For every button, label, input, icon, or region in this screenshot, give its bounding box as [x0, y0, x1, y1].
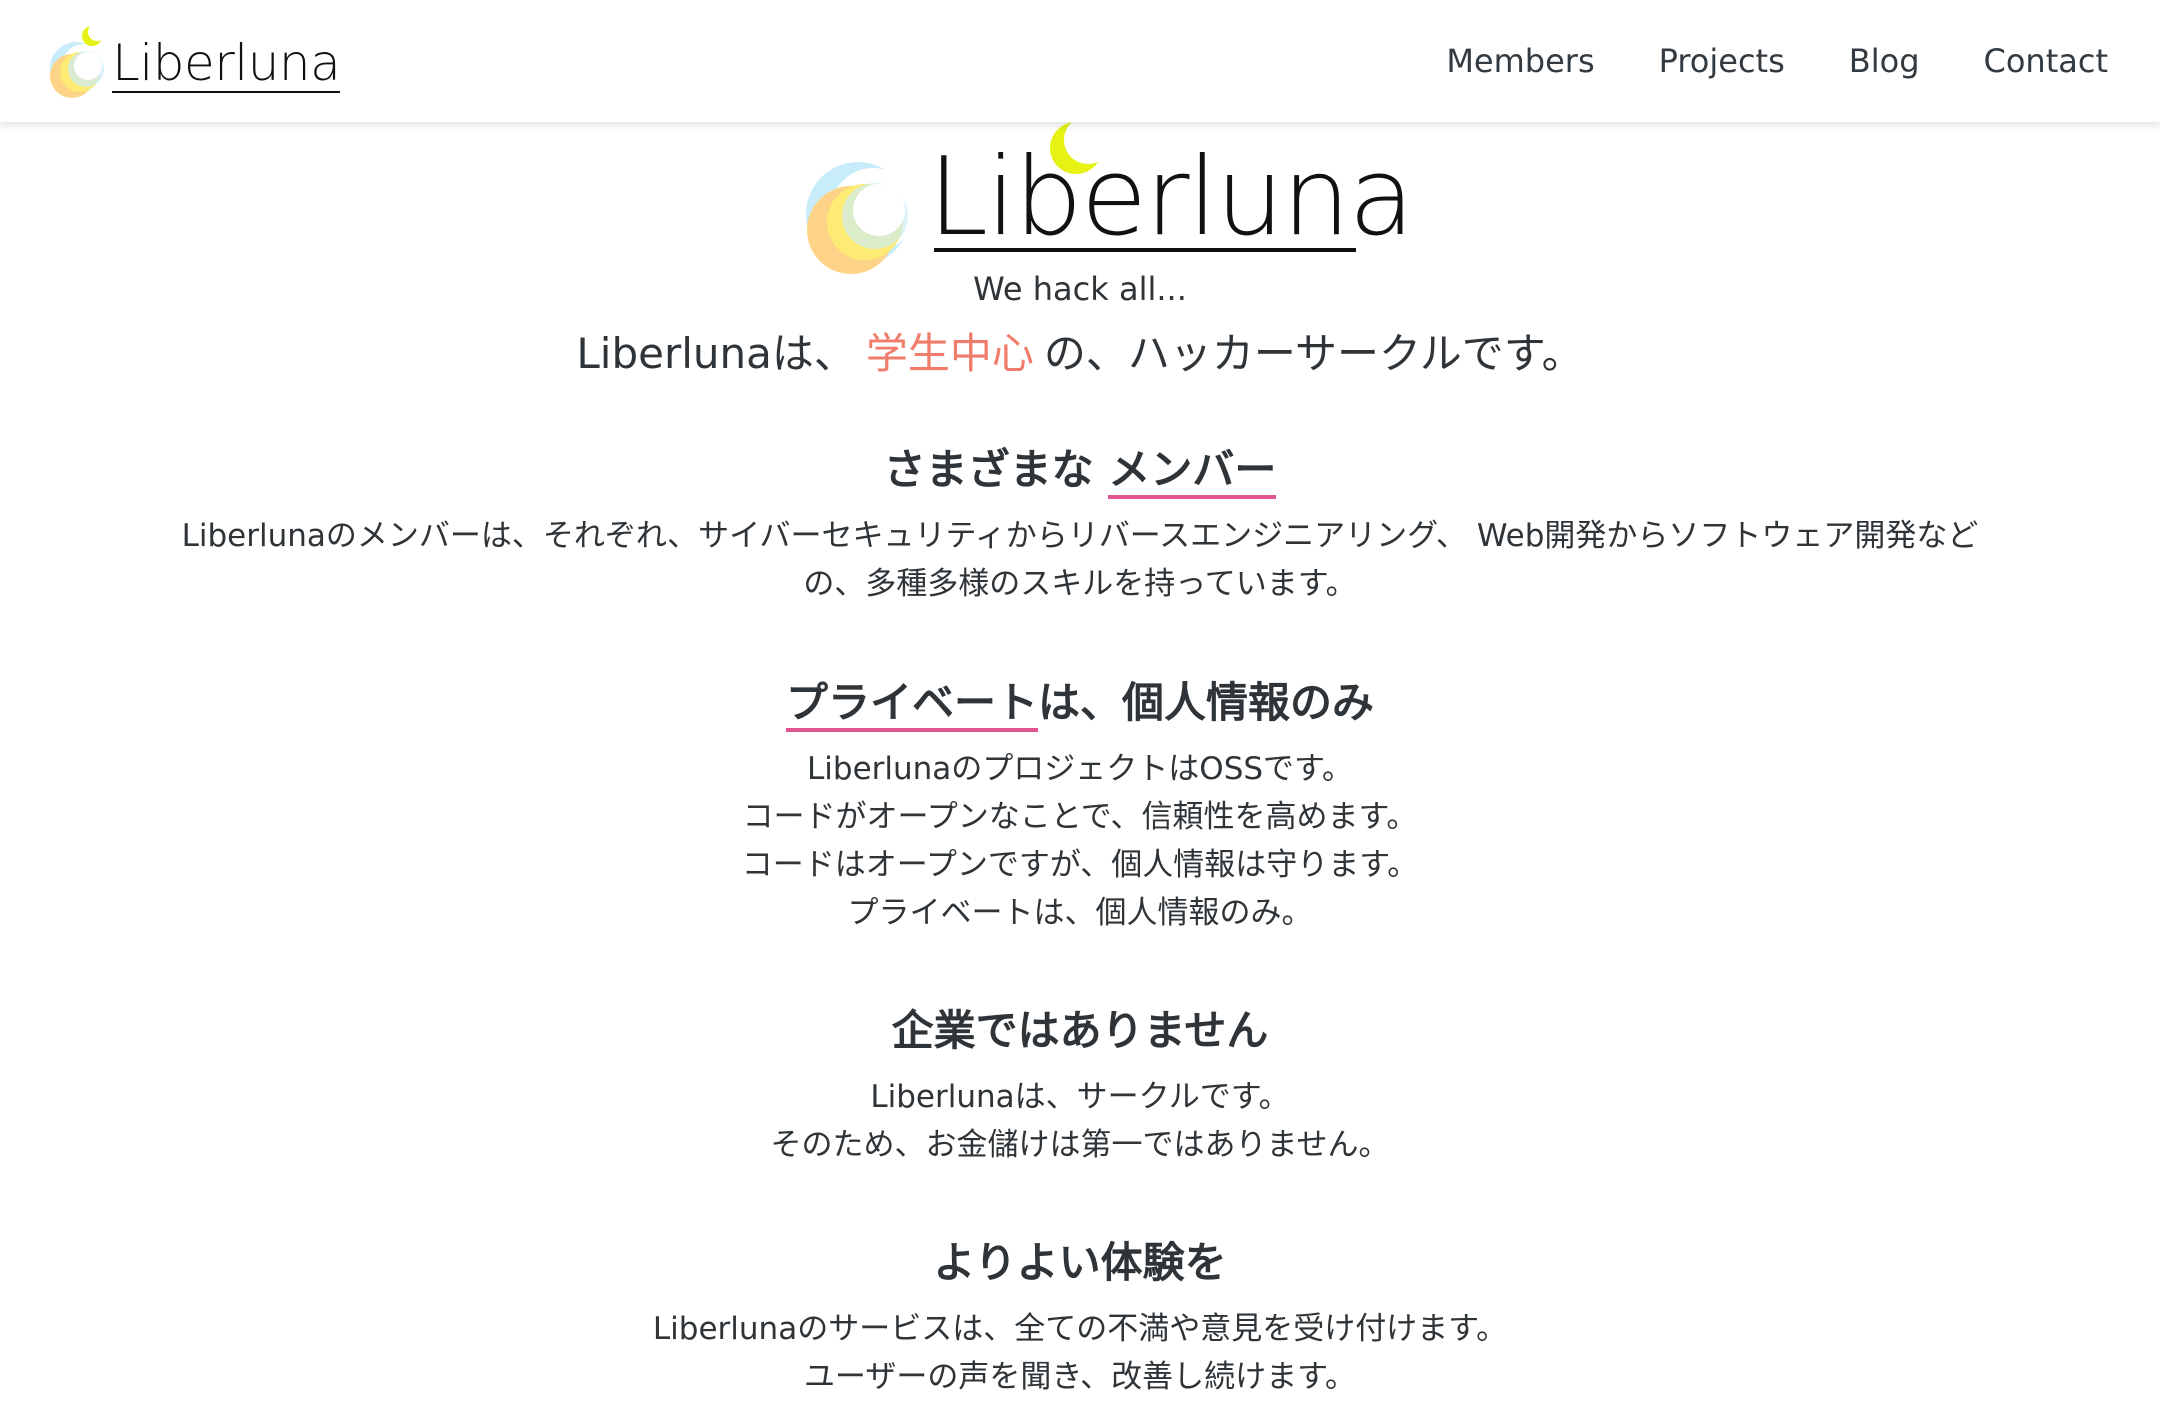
- section-private: プライベートは、個人情報のみ LiberlunaのプロジェクトはOSSです。 コ…: [0, 675, 2160, 937]
- body-line: コードがオープンなことで、信頼性を高めます。: [742, 799, 1418, 835]
- body-line: LiberlunaのプロジェクトはOSSです。: [807, 751, 1353, 787]
- title-highlight: プライベート: [785, 678, 1038, 732]
- section-company: 企業ではありません Liberlunaは、サークルです。 そのため、お金儲けは第…: [0, 1003, 2160, 1169]
- body-line: プライベートは、個人情報のみ。: [847, 895, 1313, 931]
- hero: Liberluna: [0, 120, 2160, 280]
- body-line: そのため、お金儲けは第一ではありません。: [770, 1127, 1390, 1163]
- section-title: さまざまな メンバー: [0, 442, 2160, 499]
- body-line: ユーザーの声を聞き、改善し続けます。: [803, 1359, 1357, 1395]
- site-header: Liberluna Members Projects Blog Contact: [0, 0, 2160, 122]
- title-highlight: メンバー: [1108, 445, 1277, 499]
- section-title: 企業ではありません: [891, 1006, 1269, 1055]
- title-pre: さまざまな: [883, 445, 1094, 494]
- nav-contact[interactable]: Contact: [1984, 42, 2109, 80]
- section-title: よりよい体験を: [933, 1238, 1227, 1287]
- title-post: は、個人情報のみ: [1038, 678, 1375, 727]
- nav-members[interactable]: Members: [1446, 42, 1594, 80]
- lead-accent: 学生中心: [865, 329, 1034, 378]
- section-experience: よりよい体験を Liberlunaのサービスは、全ての不満や意見を受け付けます。…: [0, 1235, 2160, 1401]
- body-line: Liberlunaは、サークルです。: [870, 1079, 1290, 1115]
- nav-projects[interactable]: Projects: [1659, 42, 1785, 80]
- crescent-moon-logo-icon: [806, 162, 913, 274]
- section-members: さまざまな メンバー Liberlunaのメンバーは、それぞれ、サイバーセキュリ…: [0, 442, 2160, 608]
- brand-name: Liberluna: [112, 34, 341, 93]
- crescent-moon-logo-icon: [50, 23, 106, 98]
- brand-home-link[interactable]: Liberluna: [44, 20, 341, 102]
- body-line: コードはオープンですが、個人情報は守ります。: [741, 847, 1419, 883]
- section-body: Liberlunaのサービスは、全ての不満や意見を受け付けます。 ユーザーの声を…: [0, 1305, 2160, 1401]
- section-title: プライベートは、個人情報のみ: [0, 675, 2160, 732]
- body-line: Liberlunaのサービスは、全ての不満や意見を受け付けます。: [652, 1311, 1508, 1347]
- hero-title: Liberluna: [928, 135, 1415, 260]
- section-body: LiberlunaのプロジェクトはOSSです。 コードがオープンなことで、信頼性…: [0, 745, 2160, 937]
- lead-pre: Liberlunaは、: [576, 329, 856, 378]
- section-body: Liberlunaのメンバーは、それぞれ、サイバーセキュリティからリバースエンジ…: [181, 518, 1979, 602]
- lead-text: Liberlunaは、 学生中心 の、ハッカーサークルです。: [0, 320, 2160, 381]
- main-nav: Members Projects Blog Contact: [1382, 0, 2108, 122]
- lead-post: の、ハッカーサークルです。: [1043, 329, 1584, 378]
- section-body: Liberlunaは、サークルです。 そのため、お金儲けは第一ではありません。: [0, 1073, 2160, 1169]
- hero-title-underline: [934, 248, 1356, 252]
- tagline: We hack all...: [973, 270, 1187, 308]
- nav-blog[interactable]: Blog: [1849, 42, 1920, 80]
